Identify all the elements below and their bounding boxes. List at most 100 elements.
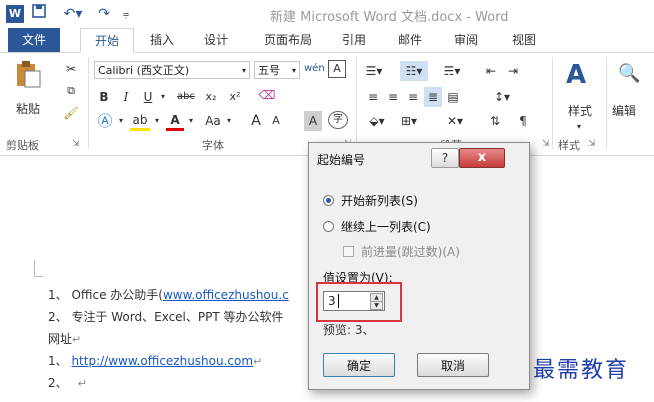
paragraph-mark: ↵ <box>77 377 87 390</box>
phonetic-guide-icon[interactable]: wén <box>304 59 325 79</box>
justify-icon[interactable]: ≣ <box>424 87 442 107</box>
list-item: 2、 专注于 Word、Excel、PPT 等办公软件 <box>48 308 284 325</box>
customize-qat-icon[interactable]: ⩦ <box>120 4 132 24</box>
numbering-icon[interactable]: ☷▾ <box>400 61 428 81</box>
underline-button[interactable]: U <box>140 87 156 107</box>
increase-indent-icon[interactable]: ⇥ <box>504 61 522 81</box>
align-center-icon[interactable]: ≡ <box>384 87 402 107</box>
font-color-button[interactable]: A <box>166 111 184 131</box>
editing-button-label[interactable]: 编辑 <box>612 101 652 121</box>
bold-button[interactable]: B <box>96 87 112 107</box>
sort-icon[interactable]: ⇅ <box>486 111 504 131</box>
margin-corner-mark <box>34 260 43 277</box>
paste-button-label[interactable]: 粘贴 <box>12 99 44 119</box>
superscript-button[interactable]: x² <box>226 87 244 107</box>
preview-text: 预览: 3、 <box>323 323 375 337</box>
list-item: 1、 http://www.officezhushou.com↵ <box>48 352 262 369</box>
chevron-down-icon[interactable]: ▾ <box>158 87 168 107</box>
list-item: 1、 Office 办公助手(www.officezhushou.c <box>48 286 289 303</box>
radio-continue-list-label[interactable]: 继续上一列表(C) <box>341 218 431 235</box>
highlight-box <box>316 282 402 322</box>
doc-link[interactable]: www.officezhushou.c <box>163 288 289 302</box>
chevron-down-icon[interactable]: ▾ <box>152 111 162 131</box>
borders-icon[interactable]: ⊞▾ <box>396 111 422 131</box>
clipboard-launcher-icon[interactable]: ⇲ <box>72 139 80 149</box>
line-spacing-icon[interactable]: ↕▾ <box>490 87 514 107</box>
find-icon[interactable]: 🔍 <box>618 63 640 84</box>
decrease-indent-icon[interactable]: ⇤ <box>482 61 500 81</box>
chinese-layout-icon[interactable]: ✕▾ <box>440 111 470 131</box>
change-case-button[interactable]: Aa <box>202 111 224 131</box>
shrink-font-button[interactable]: A <box>268 111 284 131</box>
paragraph-text: 网址 <box>48 332 73 346</box>
format-painter-icon[interactable]: 🖌 <box>62 103 80 123</box>
tab-design[interactable]: 设计 <box>194 28 238 52</box>
dialog-title: 起始编号 <box>317 153 366 167</box>
paragraph-launcher-icon[interactable]: ⇲ <box>542 139 550 149</box>
ribbon-tabs: 文件 开始 插入 设计 页面布局 引用 邮件 审阅 视图 <box>0 28 654 53</box>
align-right-icon[interactable]: ≡ <box>404 87 422 107</box>
radio-new-list[interactable] <box>323 195 334 206</box>
chevron-down-icon[interactable]: ▾ <box>574 117 584 137</box>
copy-icon[interactable]: ⧉ <box>62 81 80 101</box>
styles-launcher-icon[interactable]: ⇲ <box>588 139 596 149</box>
undo-icon[interactable]: ↶▾ <box>58 4 88 24</box>
paragraph-mark: ↵ <box>72 333 82 346</box>
radio-continue-list[interactable] <box>323 221 334 232</box>
bullets-icon[interactable]: ☰▾ <box>364 61 384 81</box>
strikethrough-button[interactable]: abc <box>174 87 198 107</box>
ok-button[interactable]: 确定 <box>323 353 395 377</box>
chevron-down-icon: ▾ <box>291 66 296 75</box>
group-separator <box>606 57 607 149</box>
word-logo-icon: W <box>6 5 24 23</box>
highlight-color-icon[interactable]: ab <box>130 111 150 131</box>
italic-button[interactable]: I <box>118 87 134 107</box>
subscript-button[interactable]: x₂ <box>202 87 220 107</box>
distributed-icon[interactable]: ▤ <box>444 87 462 107</box>
chevron-down-icon[interactable]: ▾ <box>186 111 196 131</box>
list-item-text: 1、 <box>48 354 72 368</box>
tab-review[interactable]: 审阅 <box>446 28 486 52</box>
doc-link[interactable]: http://www.officezhushou.com <box>71 354 253 368</box>
text-effects-icon[interactable]: Ⓐ <box>96 111 114 131</box>
close-button[interactable]: x <box>459 148 505 168</box>
clear-formatting-icon[interactable]: ⌫ <box>258 85 276 105</box>
align-left-icon[interactable]: ≡ <box>364 87 382 107</box>
paste-icon[interactable] <box>14 59 44 89</box>
title-bar: W ↶▾ ↷ ⩦ 新建 Microsoft Word 文档.docx - Wor… <box>0 0 654 28</box>
cancel-button[interactable]: 取消 <box>417 353 489 377</box>
group-separator <box>88 57 89 149</box>
tab-home[interactable]: 开始 <box>80 28 134 53</box>
shading-icon[interactable]: ⬙▾ <box>364 111 390 131</box>
advance-checkbox-label: 前进量(跳过数)(A) <box>361 245 460 259</box>
tab-file[interactable]: 文件 <box>8 28 60 52</box>
list-item: 2、 ↵ <box>48 374 87 391</box>
multilevel-list-icon[interactable]: ☴▾ <box>440 61 464 81</box>
chevron-down-icon[interactable]: ▾ <box>116 111 126 131</box>
font-size-combo[interactable]: 五号 ▾ <box>254 61 300 79</box>
chevron-down-icon[interactable]: ▾ <box>224 111 234 131</box>
char-shading-button[interactable]: A <box>304 111 322 131</box>
enclose-char-button[interactable]: 字 <box>328 111 348 129</box>
font-size-value: 五号 <box>258 64 280 77</box>
chevron-down-icon: ▾ <box>241 66 246 75</box>
grow-font-button[interactable]: A <box>248 111 264 131</box>
advance-checkbox[interactable] <box>343 246 354 257</box>
tab-page-layout[interactable]: 页面布局 <box>252 28 324 52</box>
tab-mailings[interactable]: 邮件 <box>390 28 430 52</box>
font-name-combo[interactable]: Calibri (西文正文) ▾ <box>94 61 250 79</box>
redo-icon[interactable]: ↷ <box>94 4 114 24</box>
radio-new-list-label[interactable]: 开始新列表(S) <box>341 192 418 209</box>
tab-references[interactable]: 引用 <box>334 28 374 52</box>
styles-icon[interactable]: A <box>566 61 592 89</box>
help-button[interactable]: ? <box>431 148 459 168</box>
tab-view[interactable]: 视图 <box>504 28 544 52</box>
watermark-text: 最需教育 <box>533 358 630 383</box>
show-marks-icon[interactable]: ¶ <box>514 111 532 131</box>
save-icon[interactable] <box>30 4 48 24</box>
tab-insert[interactable]: 插入 <box>140 28 184 52</box>
cut-icon[interactable]: ✂ <box>62 59 80 79</box>
paragraph-mark: ↵ <box>253 355 263 368</box>
list-item-text: 2、 <box>48 376 68 390</box>
char-border-button[interactable]: A <box>328 60 346 78</box>
